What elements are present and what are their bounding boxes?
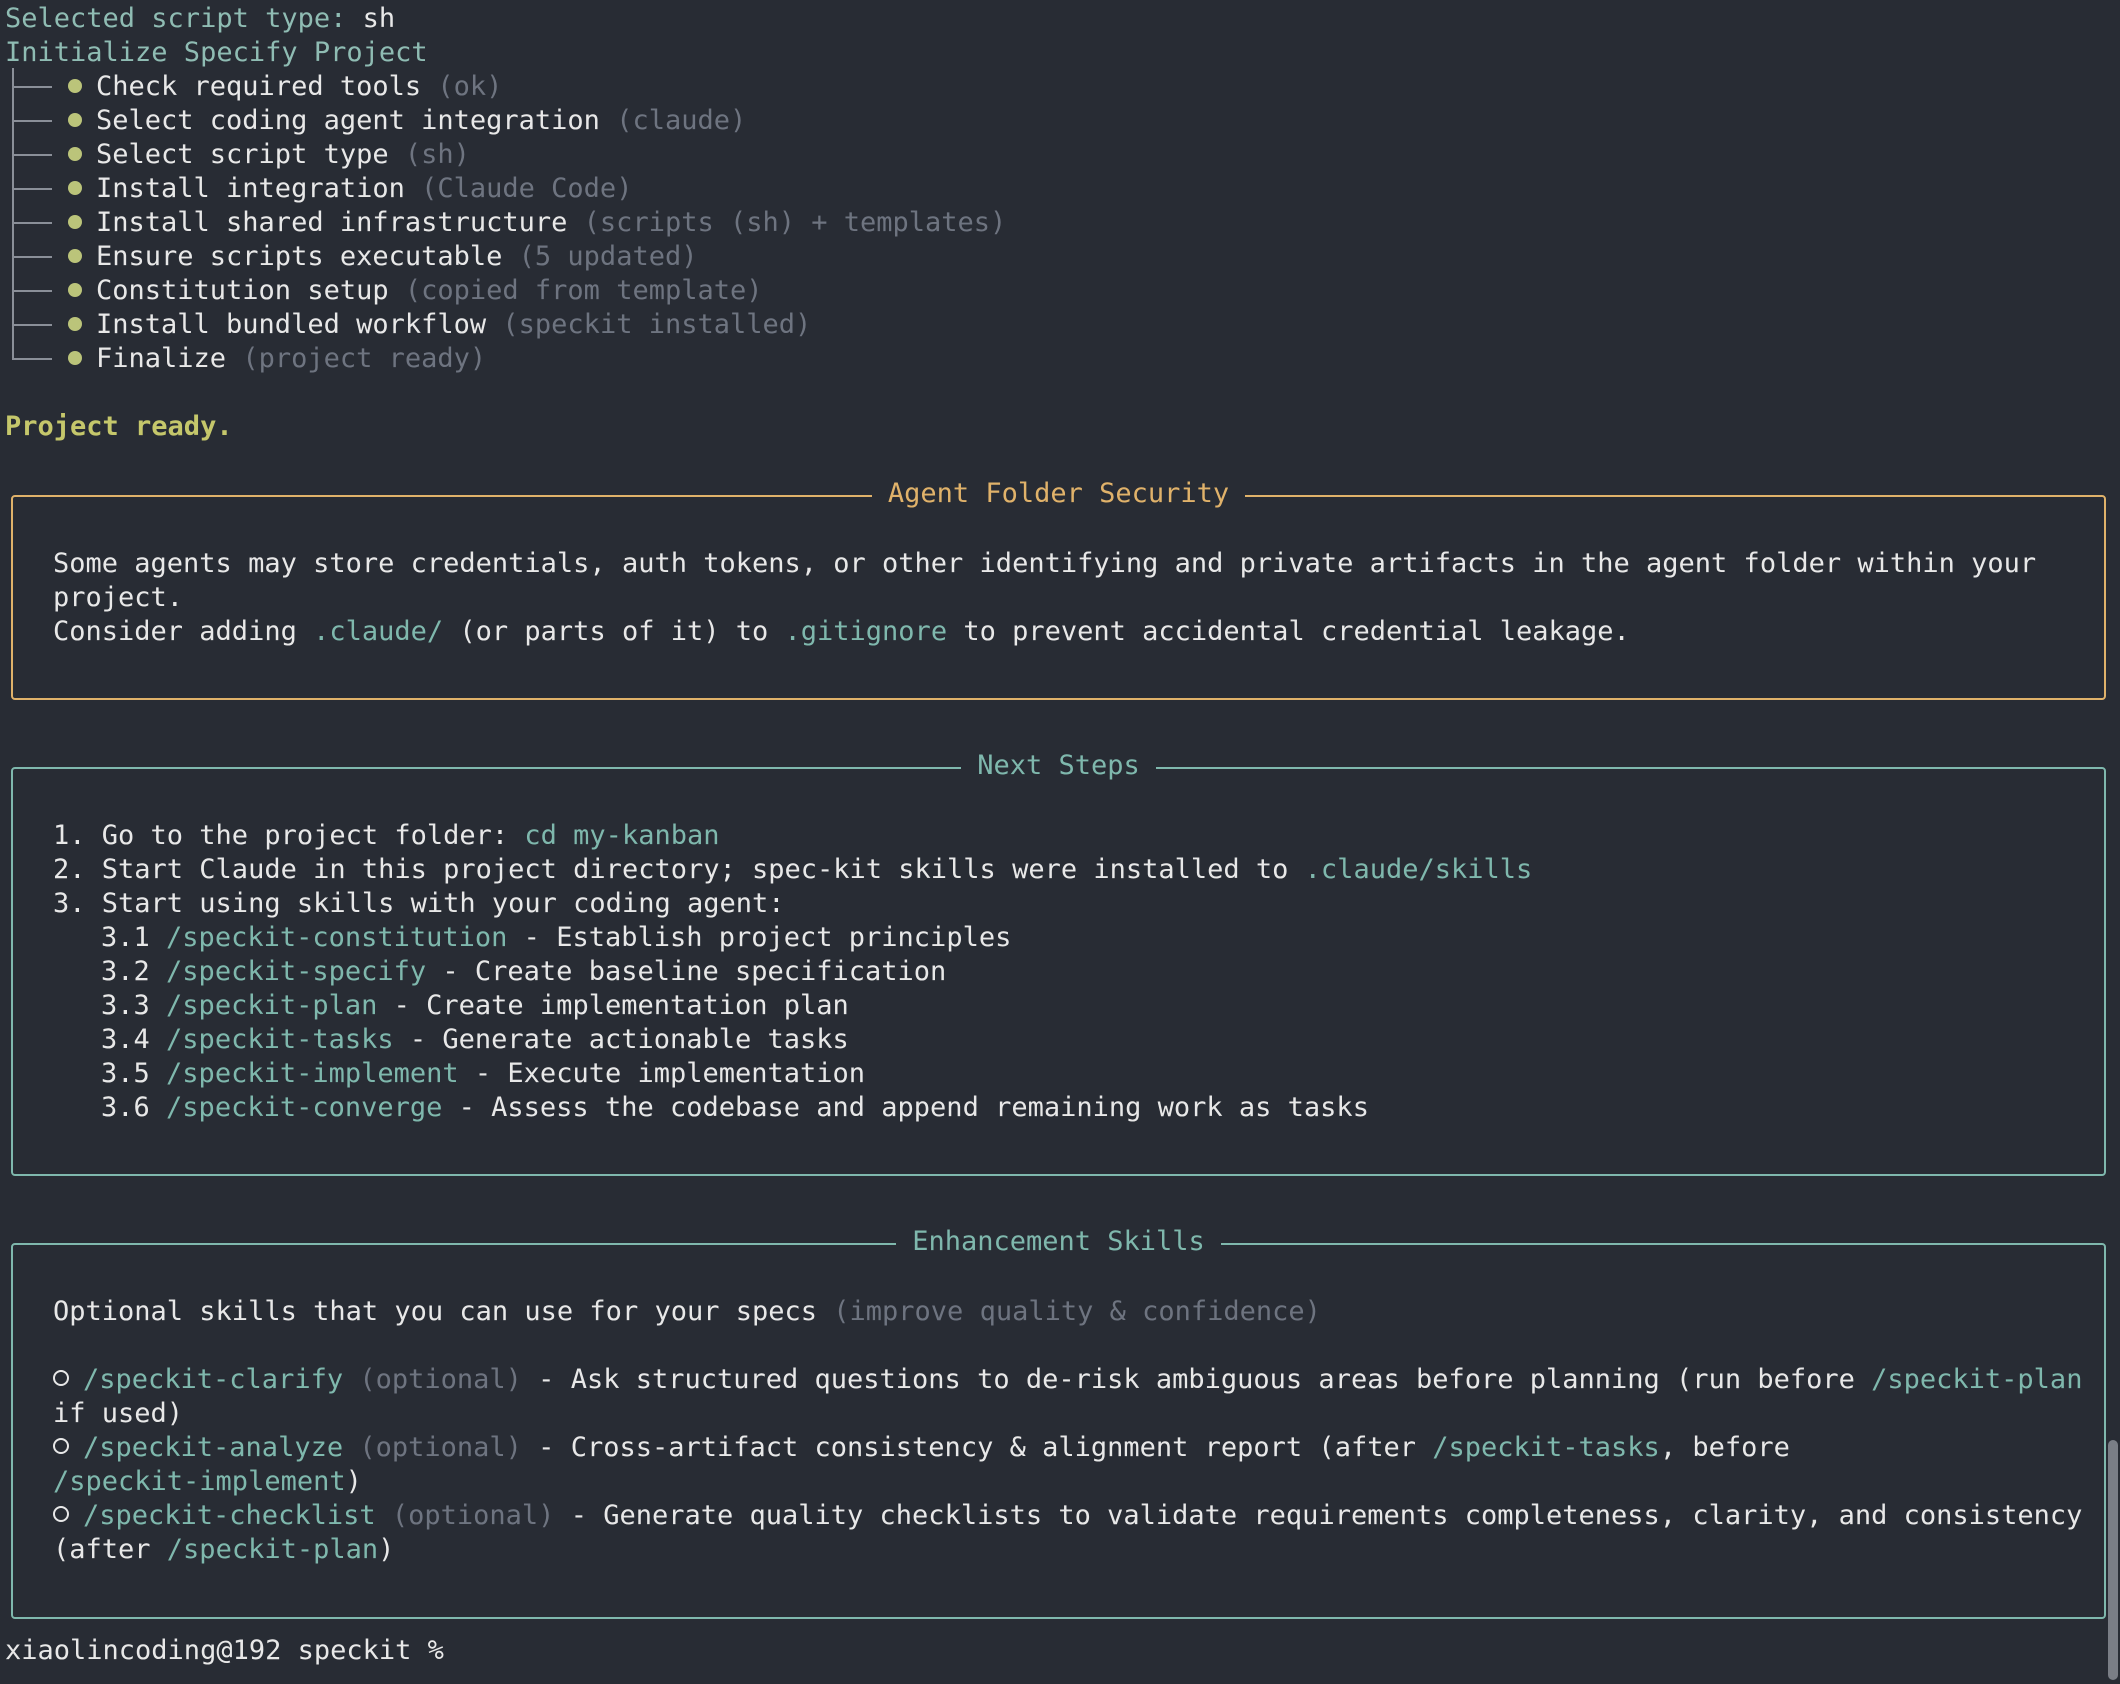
status-dot-icon — [68, 78, 82, 93]
optional-skill-item: /speckit-clarify (optional) - Ask struct… — [53, 1363, 2082, 1397]
status-dot-icon — [68, 180, 82, 195]
skill-command: /speckit-implement — [166, 1058, 459, 1089]
security-text-line: Some agents may store credentials, auth … — [53, 548, 2037, 579]
step-item: Check required tools (ok) — [68, 70, 502, 104]
tree-branch — [12, 188, 52, 190]
optional-skill-continuation: if used) — [53, 1398, 184, 1429]
skill-command: /speckit-constitution — [166, 922, 508, 953]
tree-branch — [12, 256, 52, 258]
tree-branch — [12, 358, 52, 360]
step-detail: (sh) — [404, 139, 470, 170]
security-panel-title: Agent Folder Security — [13, 477, 2104, 511]
step-tree — [12, 68, 52, 360]
step-item: Select coding agent integration (claude) — [68, 104, 746, 138]
optional-skill-continuation: /speckit-implement) — [53, 1466, 362, 1497]
step-item: Select script type (sh) — [68, 138, 470, 172]
circle-bullet-icon — [53, 1505, 69, 1522]
skill-item: 3.2 /speckit-specify - Create baseline s… — [101, 956, 947, 987]
shell-prompt[interactable]: xiaolincoding@192 speckit % — [5, 1634, 444, 1668]
optional-skill-continuation: (after /speckit-plan) — [53, 1534, 395, 1565]
skill-command: /speckit-specify — [166, 956, 427, 987]
skill-item: 3.3 /speckit-plan - Create implementatio… — [101, 990, 849, 1021]
status-message: Project ready. — [5, 411, 233, 442]
skill-command: /speckit-clarify — [83, 1364, 344, 1395]
tree-branch — [12, 324, 52, 326]
status-dot-icon — [68, 282, 82, 297]
status-dot-icon — [68, 248, 82, 263]
security-advice-line: Consider adding .claude/ (or parts of it… — [53, 616, 1630, 647]
script-type-line: Selected script type: sh — [5, 2, 395, 36]
step-detail: (scripts (sh) + templates) — [583, 207, 1007, 238]
step-detail: (claude) — [616, 105, 747, 136]
step-detail: (5 updated) — [518, 241, 698, 272]
gitignore-path: .gitignore — [784, 616, 948, 647]
tree-branch — [12, 120, 52, 122]
tree-branch — [12, 86, 52, 88]
enhancement-panel: Enhancement Skills Optional skills that … — [11, 1226, 2106, 1619]
step-label: Install shared infrastructure — [96, 207, 568, 238]
enhancement-title: Enhancement Skills — [13, 1225, 2104, 1259]
status-dot-icon — [68, 350, 82, 365]
step-label: Select script type — [96, 139, 389, 170]
skill-item: 3.1 /speckit-constitution - Establish pr… — [101, 922, 1012, 953]
step-detail: (speckit installed) — [502, 309, 812, 340]
skill-command: /speckit-plan — [166, 990, 378, 1021]
skill-item: 3.5 /speckit-implement - Execute impleme… — [101, 1058, 866, 1089]
enhancement-intro: Optional skills that you can use for you… — [53, 1296, 1321, 1327]
tree-vertical-line — [12, 68, 14, 360]
step-label: Select coding agent integration — [96, 105, 600, 136]
next-steps-panel: Next Steps 1. Go to the project folder: … — [11, 750, 2106, 1176]
tree-branch — [12, 154, 52, 156]
skill-item: 3.4 /speckit-tasks - Generate actionable… — [101, 1024, 849, 1055]
status-dot-icon — [68, 112, 82, 127]
tree-branch — [12, 290, 52, 292]
step-detail: (copied from template) — [404, 275, 763, 306]
step-item: Install bundled workflow (speckit instal… — [68, 308, 811, 342]
step-item: Constitution setup (copied from template… — [68, 274, 763, 308]
step-item: Install integration (Claude Code) — [68, 172, 632, 206]
optional-skill-item: /speckit-analyze (optional) - Cross-arti… — [53, 1431, 2074, 1465]
step-detail: (project ready) — [242, 343, 487, 374]
circle-bullet-icon — [53, 1437, 69, 1454]
claude-folder-path: .claude/ — [313, 616, 444, 647]
skill-command: /speckit-converge — [166, 1092, 443, 1123]
step-label: Constitution setup — [96, 275, 389, 306]
init-title: Initialize Specify Project — [5, 37, 428, 68]
next-step-item: 2. Start Claude in this project director… — [53, 854, 1533, 885]
skills-path: .claude/skills — [1304, 854, 1533, 885]
status-dot-icon — [68, 214, 82, 229]
step-label: Check required tools — [96, 71, 422, 102]
security-text-line: project. — [53, 582, 184, 613]
status-dot-icon — [68, 316, 82, 331]
skill-item: 3.6 /speckit-converge - Assess the codeb… — [101, 1092, 1369, 1123]
step-item: Install shared infrastructure (scripts (… — [68, 206, 1006, 240]
circle-bullet-icon — [53, 1369, 69, 1386]
optional-skill-item: /speckit-checklist (optional) - Generate… — [53, 1499, 2082, 1533]
skill-command: /speckit-checklist — [83, 1500, 376, 1531]
skill-command: /speckit-analyze — [83, 1432, 344, 1463]
next-steps-title: Next Steps — [13, 749, 2104, 783]
step-label: Install integration — [96, 173, 405, 204]
step-label: Install bundled workflow — [96, 309, 487, 340]
skill-command: /speckit-tasks — [166, 1024, 394, 1055]
script-type-value: sh — [362, 3, 396, 34]
step-label: Ensure scripts executable — [96, 241, 503, 272]
script-type-label: Selected script type: — [5, 3, 347, 34]
step-detail: (Claude Code) — [421, 173, 633, 204]
cd-command: cd my-kanban — [524, 820, 720, 851]
step-item: Finalize (project ready) — [68, 342, 486, 376]
step-detail: (ok) — [437, 71, 503, 102]
next-step-item: 3. Start using skills with your coding a… — [53, 888, 785, 919]
step-item: Ensure scripts executable (5 updated) — [68, 240, 697, 274]
next-step-item: 1. Go to the project folder: cd my-kanba… — [53, 820, 720, 851]
tree-branch — [12, 222, 52, 224]
security-panel: Agent Folder Security Some agents may st… — [11, 478, 2106, 700]
scrollbar-thumb[interactable] — [2108, 1440, 2118, 1680]
status-dot-icon — [68, 146, 82, 161]
step-label: Finalize — [96, 343, 227, 374]
